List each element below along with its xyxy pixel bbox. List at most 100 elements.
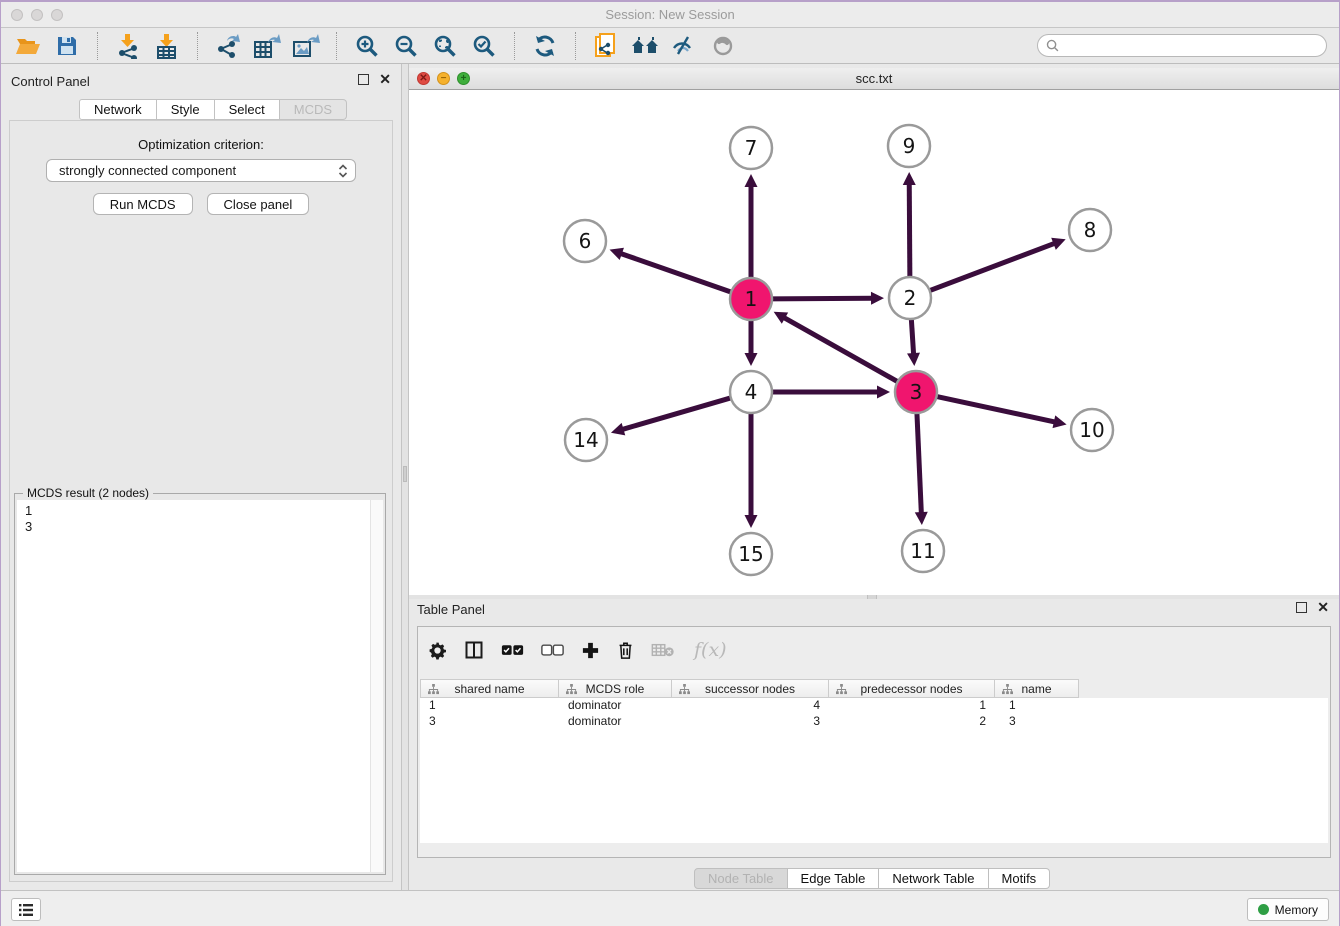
tab-motifs[interactable]: Motifs — [989, 868, 1051, 889]
tab-select[interactable]: Select — [215, 99, 280, 120]
delete-column-icon[interactable] — [617, 641, 634, 660]
table-cell[interactable]: 4 — [672, 698, 829, 714]
close-table-panel-icon[interactable]: ✕ — [1317, 602, 1329, 613]
column-header-MCDS-role[interactable]: MCDS role — [559, 679, 672, 698]
settings-gear-icon[interactable] — [428, 641, 447, 660]
close-panel-button[interactable]: Close panel — [207, 193, 310, 215]
graph-edge-2-3[interactable] — [911, 317, 913, 355]
import-table-icon[interactable] — [152, 32, 182, 60]
home-icon[interactable] — [630, 32, 660, 60]
title-bar: Session: New Session — [1, 2, 1339, 28]
search-icon — [1046, 39, 1059, 52]
tab-edge-table[interactable]: Edge Table — [788, 868, 880, 889]
graph-edge-2-9[interactable] — [909, 183, 910, 279]
graph-edge-1-2[interactable] — [770, 298, 873, 299]
window-controls — [11, 9, 63, 21]
tab-network-table[interactable]: Network Table — [879, 868, 988, 889]
zoom-selected-icon[interactable] — [469, 32, 499, 60]
select-all-icon[interactable] — [501, 644, 524, 657]
table-cell[interactable]: 1 — [829, 698, 995, 714]
float-table-panel-icon[interactable] — [1296, 602, 1307, 613]
graph-edge-3-1[interactable] — [783, 317, 899, 383]
tab-network[interactable]: Network — [79, 99, 157, 120]
refresh-layout-icon[interactable] — [530, 32, 560, 60]
network-view-window: ✕ − + scc.txt 7968124314101511 — [409, 68, 1339, 595]
zoom-in-icon[interactable] — [352, 32, 382, 60]
minimize-window-button[interactable] — [31, 9, 43, 21]
optimization-criterion-dropdown[interactable]: strongly connected component — [46, 159, 356, 182]
search-box[interactable] — [1037, 34, 1327, 57]
tab-node-table[interactable]: Node Table — [694, 868, 788, 889]
splitter-handle[interactable] — [403, 466, 407, 482]
control-panel: Control Panel ✕ Network Style Select MCD… — [1, 64, 401, 890]
float-panel-icon[interactable] — [358, 74, 369, 85]
table-cell[interactable]: dominator — [559, 714, 672, 730]
search-input[interactable] — [1064, 39, 1318, 53]
table-row[interactable]: 1dominator411 — [420, 698, 1328, 714]
memory-button[interactable]: Memory — [1247, 898, 1329, 921]
show-all-eye-icon[interactable] — [708, 32, 738, 60]
memory-status-icon — [1258, 904, 1269, 915]
deselect-all-icon[interactable] — [541, 644, 564, 657]
table-row[interactable]: 3dominator323 — [420, 714, 1328, 730]
maximize-window-button[interactable] — [51, 9, 63, 21]
column-header-predecessor-nodes[interactable]: predecessor nodes — [829, 679, 995, 698]
vertical-splitter[interactable] — [401, 64, 409, 890]
export-image-icon[interactable] — [291, 32, 321, 60]
table-cell[interactable]: 1 — [995, 698, 1079, 714]
table-cell[interactable]: 3 — [995, 714, 1079, 730]
tab-style[interactable]: Style — [157, 99, 215, 120]
save-session-icon[interactable] — [52, 32, 82, 60]
clone-network-icon[interactable] — [591, 32, 621, 60]
hide-selected-eye-icon[interactable] — [669, 32, 699, 60]
task-history-button[interactable] — [11, 898, 41, 921]
graph-edge-1-6[interactable] — [620, 253, 733, 293]
zoom-fit-icon[interactable] — [430, 32, 460, 60]
toolbar-separator — [575, 32, 576, 60]
run-mcds-button[interactable]: Run MCDS — [93, 193, 193, 215]
network-canvas[interactable]: 7968124314101511 — [409, 90, 1339, 595]
network-window-titlebar[interactable]: ✕ − + scc.txt — [409, 68, 1339, 90]
zoom-out-icon[interactable] — [391, 32, 421, 60]
table-cell[interactable]: 3 — [672, 714, 829, 730]
graph-node-label: 3 — [910, 380, 923, 404]
table-panel: Table Panel ✕ — [409, 599, 1339, 886]
mcds-result-text[interactable]: 1 3 — [17, 500, 370, 872]
column-header-shared-name[interactable]: shared name — [420, 679, 559, 698]
toolbar-separator — [514, 32, 515, 60]
window-title: Session: New Session — [605, 7, 734, 22]
graph-edge-2-8[interactable] — [928, 243, 1056, 291]
column-header-successor-nodes[interactable]: successor nodes — [672, 679, 829, 698]
graph-node-label: 2 — [904, 286, 917, 310]
import-network-icon[interactable] — [113, 32, 143, 60]
hierarchy-icon — [1002, 684, 1013, 698]
table-body: 1dominator4113dominator323 — [420, 698, 1328, 843]
toolbar-separator — [97, 32, 98, 60]
close-window-button[interactable] — [11, 9, 23, 21]
network-minimize-icon[interactable]: − — [437, 72, 450, 85]
network-maximize-icon[interactable]: + — [457, 72, 470, 85]
toolbar-separator — [197, 32, 198, 60]
export-network-icon[interactable] — [213, 32, 243, 60]
tab-mcds[interactable]: MCDS — [280, 99, 347, 120]
mcds-result-title: MCDS result (2 nodes) — [23, 486, 153, 500]
graph-node-label: 11 — [910, 539, 935, 563]
graph-edge-4-14[interactable] — [622, 397, 733, 429]
add-column-icon[interactable] — [581, 641, 600, 660]
table-cell[interactable]: 1 — [420, 698, 559, 714]
show-columns-icon[interactable] — [464, 640, 484, 660]
graph-edge-3-10[interactable] — [935, 396, 1056, 422]
result-scrollbar[interactable] — [370, 500, 383, 872]
network-close-icon[interactable]: ✕ — [417, 72, 430, 85]
export-table-icon[interactable] — [252, 32, 282, 60]
table-cell[interactable]: 3 — [420, 714, 559, 730]
table-cell[interactable]: dominator — [559, 698, 672, 714]
graph-edge-arrow — [1053, 415, 1067, 428]
memory-label: Memory — [1275, 903, 1318, 917]
network-graph[interactable]: 7968124314101511 — [409, 90, 1340, 595]
column-header-name[interactable]: name — [995, 679, 1079, 698]
graph-edge-3-11[interactable] — [917, 411, 922, 514]
close-panel-icon[interactable]: ✕ — [379, 74, 391, 85]
table-cell[interactable]: 2 — [829, 714, 995, 730]
open-session-icon[interactable] — [13, 32, 43, 60]
